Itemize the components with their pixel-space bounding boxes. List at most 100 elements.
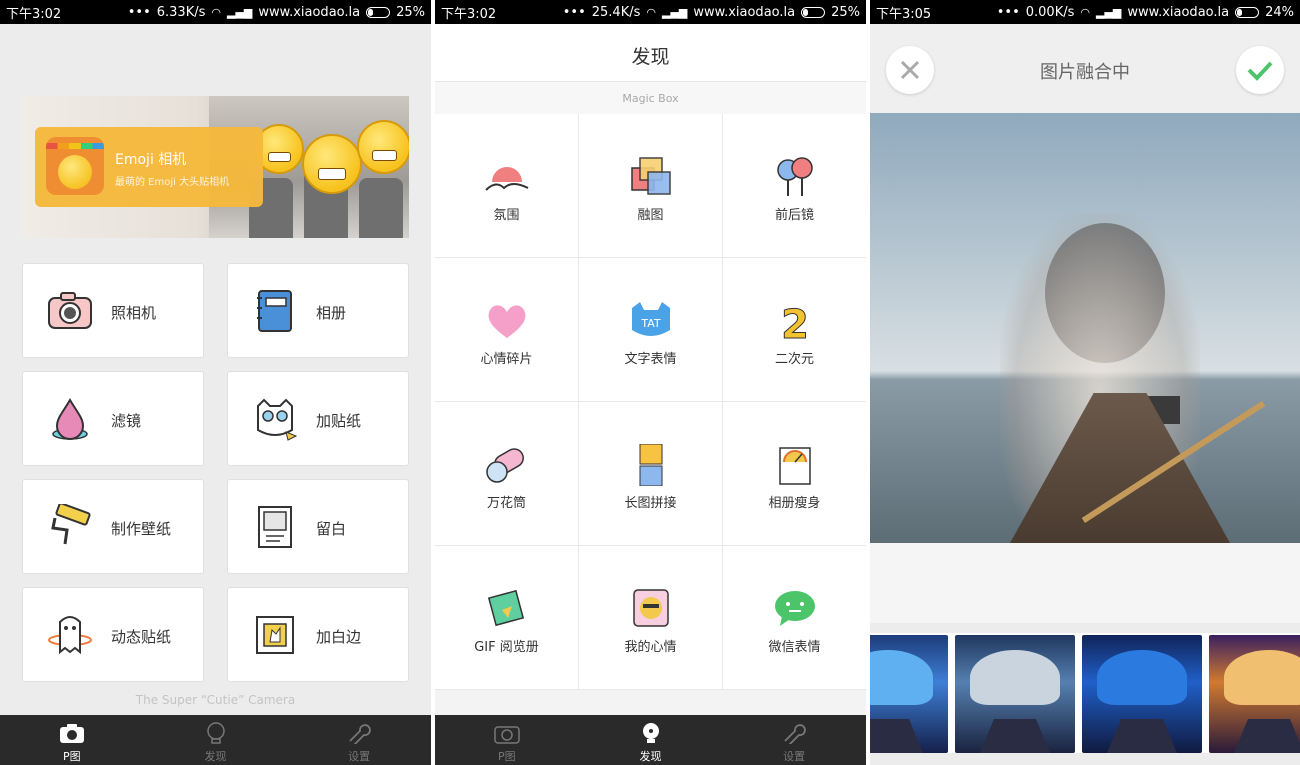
cell-dual-lens[interactable]: 前后镜 (723, 114, 866, 258)
white-border-icon (256, 616, 294, 654)
thumb-blue-stars[interactable] (870, 635, 948, 753)
camera-button[interactable]: 照相机 (22, 263, 204, 358)
animated-sticker-label: 动态贴纸 (111, 628, 172, 646)
thumb-deep-blue[interactable] (1082, 635, 1202, 753)
cell-blend[interactable]: 融图 (579, 114, 723, 258)
discover-header: 发现 (435, 24, 866, 82)
status-site: www.xiaodao.la (693, 4, 796, 20)
status-time: 下午3:02 (441, 6, 497, 22)
cell-label: 我的心情 (624, 640, 677, 655)
filter-drop-icon (52, 398, 88, 440)
status-bar: 下午3:02 ••• 6.33K/s ◠ ▂▄▆ www.xiaodao.la … (0, 0, 431, 24)
blended-photo (870, 113, 1300, 543)
style-thumbnails (870, 633, 1300, 753)
status-time: 下午3:02 (6, 6, 62, 22)
tab-discover[interactable]: 发现 (579, 715, 723, 765)
net-speed: 25.4K/s (591, 4, 641, 20)
check-icon (1247, 61, 1273, 81)
more-dots-icon: ••• (996, 4, 1020, 20)
cell-long-image[interactable]: 长图拼接 (579, 402, 723, 546)
wifi-icon: ◠ (1080, 5, 1090, 19)
thumb-grey-fade[interactable] (955, 635, 1075, 753)
ghost-icon (48, 616, 92, 655)
album-icon (257, 290, 292, 332)
page-title: 发现 (631, 46, 670, 68)
filter-label: 滤镜 (111, 412, 142, 430)
cell-label: 心情碎片 (480, 352, 533, 367)
battery-percent: 25% (831, 4, 860, 20)
status-bar: 下午3:05 ••• 0.00K/s ◠ ▂▄▆ www.xiaodao.la … (870, 0, 1300, 24)
cell-label: 文字表情 (624, 352, 677, 367)
smile-emoji-icon (302, 134, 362, 194)
cat-sticker-icon (257, 398, 298, 441)
cell-label: 氛围 (493, 208, 520, 223)
camera-tab-icon (494, 726, 520, 744)
my-mood-icon (633, 589, 669, 627)
bulb-icon (206, 722, 225, 744)
bulb-icon (642, 723, 659, 743)
battery-icon (801, 6, 826, 18)
tab-settings[interactable]: 设置 (722, 715, 866, 765)
blank-button[interactable]: 留白 (227, 479, 409, 574)
cell-wechat-emoji[interactable]: 微信表情 (723, 546, 866, 690)
album-button[interactable]: 相册 (227, 263, 409, 358)
heart-icon (488, 305, 526, 338)
cell-gif-album[interactable]: GIF 阅览册 (435, 546, 579, 690)
white-border-button[interactable]: 加白边 (227, 587, 409, 682)
camera-label: 照相机 (111, 304, 157, 322)
wallpaper-label: 制作壁纸 (111, 520, 172, 538)
home-panel: 下午3:02 ••• 6.33K/s ◠ ▂▄▆ www.xiaodao.la … (0, 0, 431, 765)
cell-label: 相册瘦身 (768, 496, 821, 511)
tagline: The Super “Cutie” Camera (135, 693, 296, 707)
confirm-button[interactable] (1236, 46, 1284, 94)
cell-anime[interactable]: 2 二次元 (723, 258, 866, 402)
cell-album-slim[interactable]: 相册瘦身 (723, 402, 866, 546)
tab-discover[interactable]: 发现 (144, 715, 288, 765)
tab-settings[interactable]: 设置 (287, 715, 431, 765)
banner-title: Emoji 相机 (115, 152, 187, 168)
paint-roller-icon (51, 504, 91, 545)
cell-label: 万花筒 (486, 496, 526, 511)
camera-tab-icon (59, 724, 84, 743)
battery-icon (1235, 6, 1260, 18)
sticker-button[interactable]: 加贴纸 (227, 371, 409, 466)
cell-label: 融图 (637, 208, 664, 223)
wrench-icon (784, 724, 806, 746)
animated-sticker-button[interactable]: 动态贴纸 (22, 587, 204, 682)
album-slim-icon (779, 447, 811, 485)
more-dots-icon: ••• (127, 4, 151, 20)
frame-blank-icon (258, 506, 292, 548)
cell-text-emoji[interactable]: TAT 文字表情 (579, 258, 723, 402)
blend-icon (631, 157, 671, 195)
tab-ptu[interactable]: P图 (435, 715, 579, 765)
cell-label: GIF 阅览册 (474, 640, 539, 655)
thumb-warm-gold[interactable] (1209, 635, 1300, 753)
blank-label: 留白 (316, 520, 347, 538)
tab-discover-label: 发现 (639, 750, 662, 763)
filter-button[interactable]: 滤镜 (22, 371, 204, 466)
kaleidoscope-icon (486, 448, 524, 483)
wink-emoji-icon (357, 120, 409, 174)
battery-percent: 25% (396, 4, 425, 20)
wechat-emoji-icon (775, 591, 815, 626)
tab-ptu[interactable]: P图 (0, 715, 144, 765)
wallpaper-button[interactable]: 制作壁纸 (22, 479, 204, 574)
status-site: www.xiaodao.la (258, 4, 361, 20)
emoji-camera-card[interactable]: Emoji 相机 最萌的 Emoji 大头贴相机 (35, 127, 263, 207)
tat-cat-icon: TAT (632, 302, 670, 336)
status-time: 下午3:05 (876, 6, 932, 22)
tab-discover-label: 发现 (204, 750, 227, 763)
sunset-icon (485, 167, 529, 191)
cell-my-mood[interactable]: 我的心情 (579, 546, 723, 690)
signal-icon: ▂▄▆ (661, 5, 688, 19)
wifi-icon: ◠ (646, 5, 656, 19)
cell-mood-fragments[interactable]: 心情碎片 (435, 258, 579, 402)
sticker-label: 加贴纸 (316, 412, 362, 430)
cell-kaleidoscope[interactable]: 万花筒 (435, 402, 579, 546)
camera-icon (48, 292, 92, 329)
cell-atmosphere[interactable]: 氛围 (435, 114, 579, 258)
tab-ptu-label: P图 (63, 750, 81, 763)
status-site: www.xiaodao.la (1127, 4, 1230, 20)
battery-percent: 24% (1265, 4, 1294, 20)
wrench-icon (349, 724, 371, 746)
